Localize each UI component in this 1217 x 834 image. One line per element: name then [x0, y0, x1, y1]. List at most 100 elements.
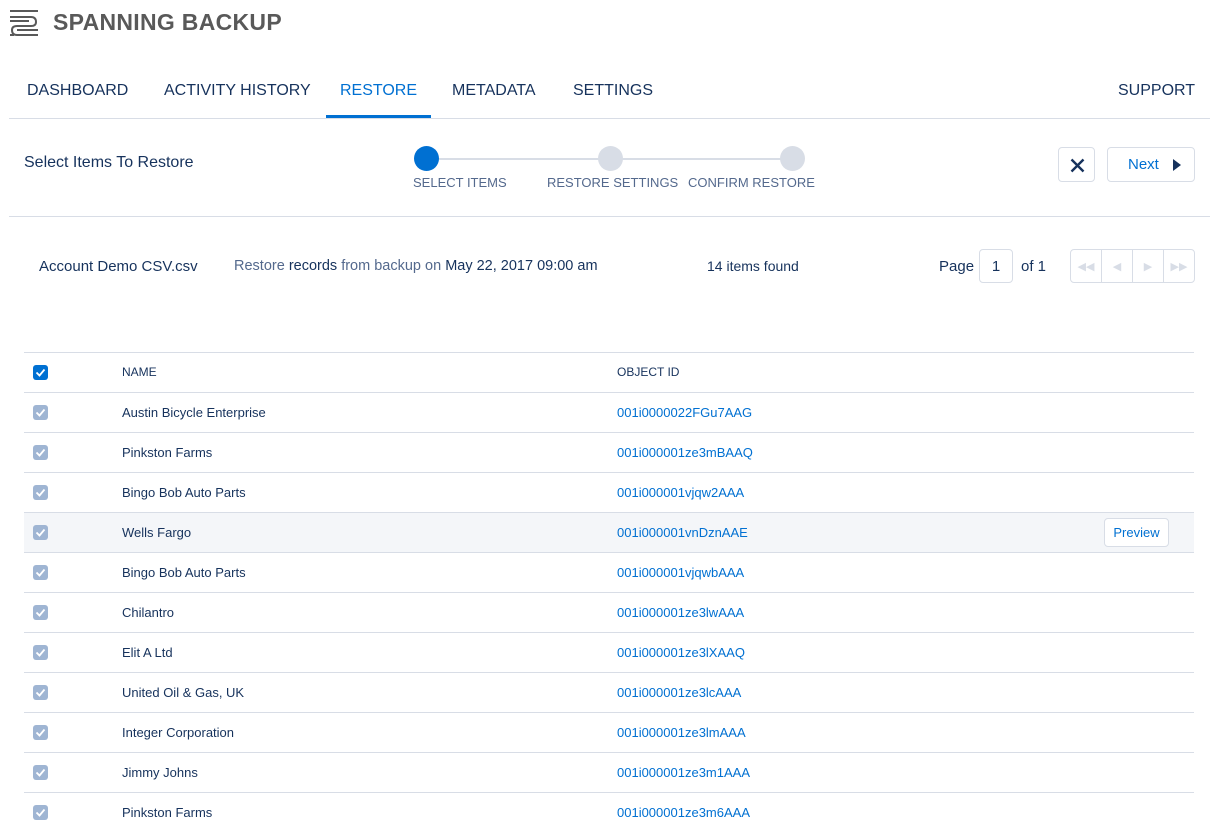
row-checkbox[interactable] — [33, 565, 48, 580]
double-chevron-right-icon: ▶▶ — [1170, 260, 1188, 273]
row-checkbox[interactable] — [33, 685, 48, 700]
row-checkbox[interactable] — [33, 485, 48, 500]
step-label-confirm-restore: CONFIRM RESTORE — [688, 175, 815, 190]
tab-dashboard[interactable]: DASHBOARD — [27, 70, 128, 118]
last-page-button[interactable]: ▶▶ — [1164, 250, 1194, 282]
pagination-controls: ◀◀ ◀ ▶ ▶▶ — [1070, 249, 1195, 283]
support-link[interactable]: SUPPORT — [1118, 70, 1195, 118]
records-table: NAME OBJECT ID Austin Bicycle Enterprise… — [24, 352, 1194, 832]
checkmark-icon — [35, 768, 46, 777]
step-indicator-restore-settings — [598, 146, 623, 171]
tab-restore[interactable]: RESTORE — [326, 70, 431, 118]
tab-settings[interactable]: SETTINGS — [573, 70, 653, 118]
close-x-icon — [1070, 158, 1085, 173]
restore-date: May 22, 2017 09:00 am — [445, 258, 598, 274]
record-name: Jimmy Johns — [122, 765, 198, 780]
checkmark-icon — [35, 688, 46, 697]
section-divider — [9, 216, 1210, 217]
first-page-button[interactable]: ◀◀ — [1071, 250, 1102, 282]
table-row[interactable]: Austin Bicycle Enterprise 001i0000022FGu7… — [24, 392, 1194, 432]
row-checkbox[interactable] — [33, 805, 48, 820]
tab-metadata[interactable]: METADATA — [452, 70, 536, 118]
record-name: Wells Fargo — [122, 525, 192, 540]
record-name: Pinkston Farms — [122, 805, 213, 820]
row-checkbox[interactable] — [33, 725, 48, 740]
stacked-lines-logo-icon — [10, 10, 38, 36]
step-indicator-confirm-restore — [780, 146, 805, 171]
double-chevron-left-icon: ◀◀ — [1077, 260, 1095, 273]
record-object-id[interactable]: 001i0000022FGu7AAG — [617, 405, 752, 420]
record-object-id[interactable]: 001i000001ze3m6AAA — [617, 805, 750, 820]
cancel-button[interactable] — [1058, 147, 1095, 182]
restore-middle: from backup on — [341, 258, 442, 274]
checkmark-icon — [35, 528, 46, 537]
caret-right-icon — [1173, 159, 1181, 171]
step-indicator-select-items — [414, 146, 439, 171]
page-label: Page — [939, 258, 975, 275]
checkmark-icon — [35, 488, 46, 497]
backup-file-name: Account Demo CSV.csv — [39, 258, 198, 275]
chevron-right-icon: ▶ — [1143, 260, 1153, 273]
prev-page-button[interactable]: ◀ — [1102, 250, 1133, 282]
checkmark-icon — [35, 608, 46, 617]
restore-description: Restore records from backup on May 22, 2… — [234, 258, 598, 274]
checkmark-icon — [35, 648, 46, 657]
table-row[interactable]: Integer Corporation 001i000001ze3lmAAA — [24, 712, 1194, 752]
table-row[interactable]: Bingo Bob Auto Parts 001i000001vjqw2AAA — [24, 472, 1194, 512]
record-object-id[interactable]: 001i000001ze3lwAAA — [617, 605, 744, 620]
row-checkbox[interactable] — [33, 765, 48, 780]
column-header-name[interactable]: NAME — [122, 365, 157, 379]
restore-type: records — [288, 258, 338, 274]
next-button[interactable]: Next — [1107, 147, 1195, 182]
record-name: Elit A Ltd — [122, 645, 173, 660]
table-row[interactable]: Wells Fargo 001i000001vnDznAAE Preview — [24, 512, 1194, 552]
column-header-object-id[interactable]: OBJECT ID — [617, 365, 679, 379]
record-object-id[interactable]: 001i000001ze3mBAAQ — [617, 445, 753, 460]
table-row[interactable]: Pinkston Farms 001i000001ze3mBAAQ — [24, 432, 1194, 472]
record-name: Bingo Bob Auto Parts — [122, 485, 246, 500]
record-object-id[interactable]: 001i000001vnDznAAE — [617, 525, 748, 540]
items-found-count: 14 items found — [707, 258, 799, 274]
table-row[interactable]: Jimmy Johns 001i000001ze3m1AAA — [24, 752, 1194, 792]
row-checkbox[interactable] — [33, 605, 48, 620]
record-object-id[interactable]: 001i000001vjqwbAAA — [617, 565, 744, 580]
app-title: SPANNING BACKUP — [53, 9, 282, 35]
tab-activity-history[interactable]: ACTIVITY HISTORY — [164, 70, 311, 118]
restore-prefix: Restore — [234, 258, 285, 274]
main-nav: DASHBOARD ACTIVITY HISTORY RESTORE METAD… — [9, 70, 1210, 119]
table-row[interactable]: United Oil & Gas, UK 001i000001ze3lcAAA — [24, 672, 1194, 712]
chevron-left-icon: ◀ — [1112, 260, 1122, 273]
record-object-id[interactable]: 001i000001ze3lmAAA — [617, 725, 746, 740]
record-name: Chilantro — [122, 605, 175, 620]
record-object-id[interactable]: 001i000001ze3lcAAA — [617, 685, 741, 700]
wizard-title: Select Items To Restore — [24, 154, 194, 171]
record-object-id[interactable]: 001i000001ze3lXAAQ — [617, 645, 745, 660]
checkmark-icon — [35, 448, 46, 457]
table-row[interactable]: Chilantro 001i000001ze3lwAAA — [24, 592, 1194, 632]
select-all-checkbox[interactable] — [33, 365, 48, 380]
record-object-id[interactable]: 001i000001vjqw2AAA — [617, 485, 744, 500]
checkmark-icon — [35, 368, 46, 377]
next-page-button[interactable]: ▶ — [1133, 250, 1164, 282]
record-name: Pinkston Farms — [122, 445, 213, 460]
record-object-id[interactable]: 001i000001ze3m1AAA — [617, 765, 750, 780]
record-name: Integer Corporation — [122, 725, 235, 740]
step-label-select-items: SELECT ITEMS — [413, 175, 507, 190]
row-checkbox[interactable] — [33, 445, 48, 460]
page-total: of 1 — [1021, 258, 1047, 275]
preview-button[interactable]: Preview — [1104, 518, 1169, 547]
checkmark-icon — [35, 808, 46, 817]
table-row[interactable]: Pinkston Farms 001i000001ze3m6AAA — [24, 792, 1194, 832]
table-row[interactable]: Bingo Bob Auto Parts 001i000001vjqwbAAA — [24, 552, 1194, 592]
checkmark-icon — [35, 568, 46, 577]
row-checkbox[interactable] — [33, 645, 48, 660]
page-number-input[interactable] — [979, 249, 1013, 283]
table-row[interactable]: Elit A Ltd 001i000001ze3lXAAQ — [24, 632, 1194, 672]
table-header-row: NAME OBJECT ID — [24, 352, 1194, 392]
row-checkbox[interactable] — [33, 525, 48, 540]
record-name: Bingo Bob Auto Parts — [122, 565, 246, 580]
step-label-restore-settings: RESTORE SETTINGS — [547, 175, 679, 190]
record-name: Austin Bicycle Enterprise — [122, 405, 266, 420]
next-button-label: Next — [1128, 156, 1159, 173]
row-checkbox[interactable] — [33, 405, 48, 420]
